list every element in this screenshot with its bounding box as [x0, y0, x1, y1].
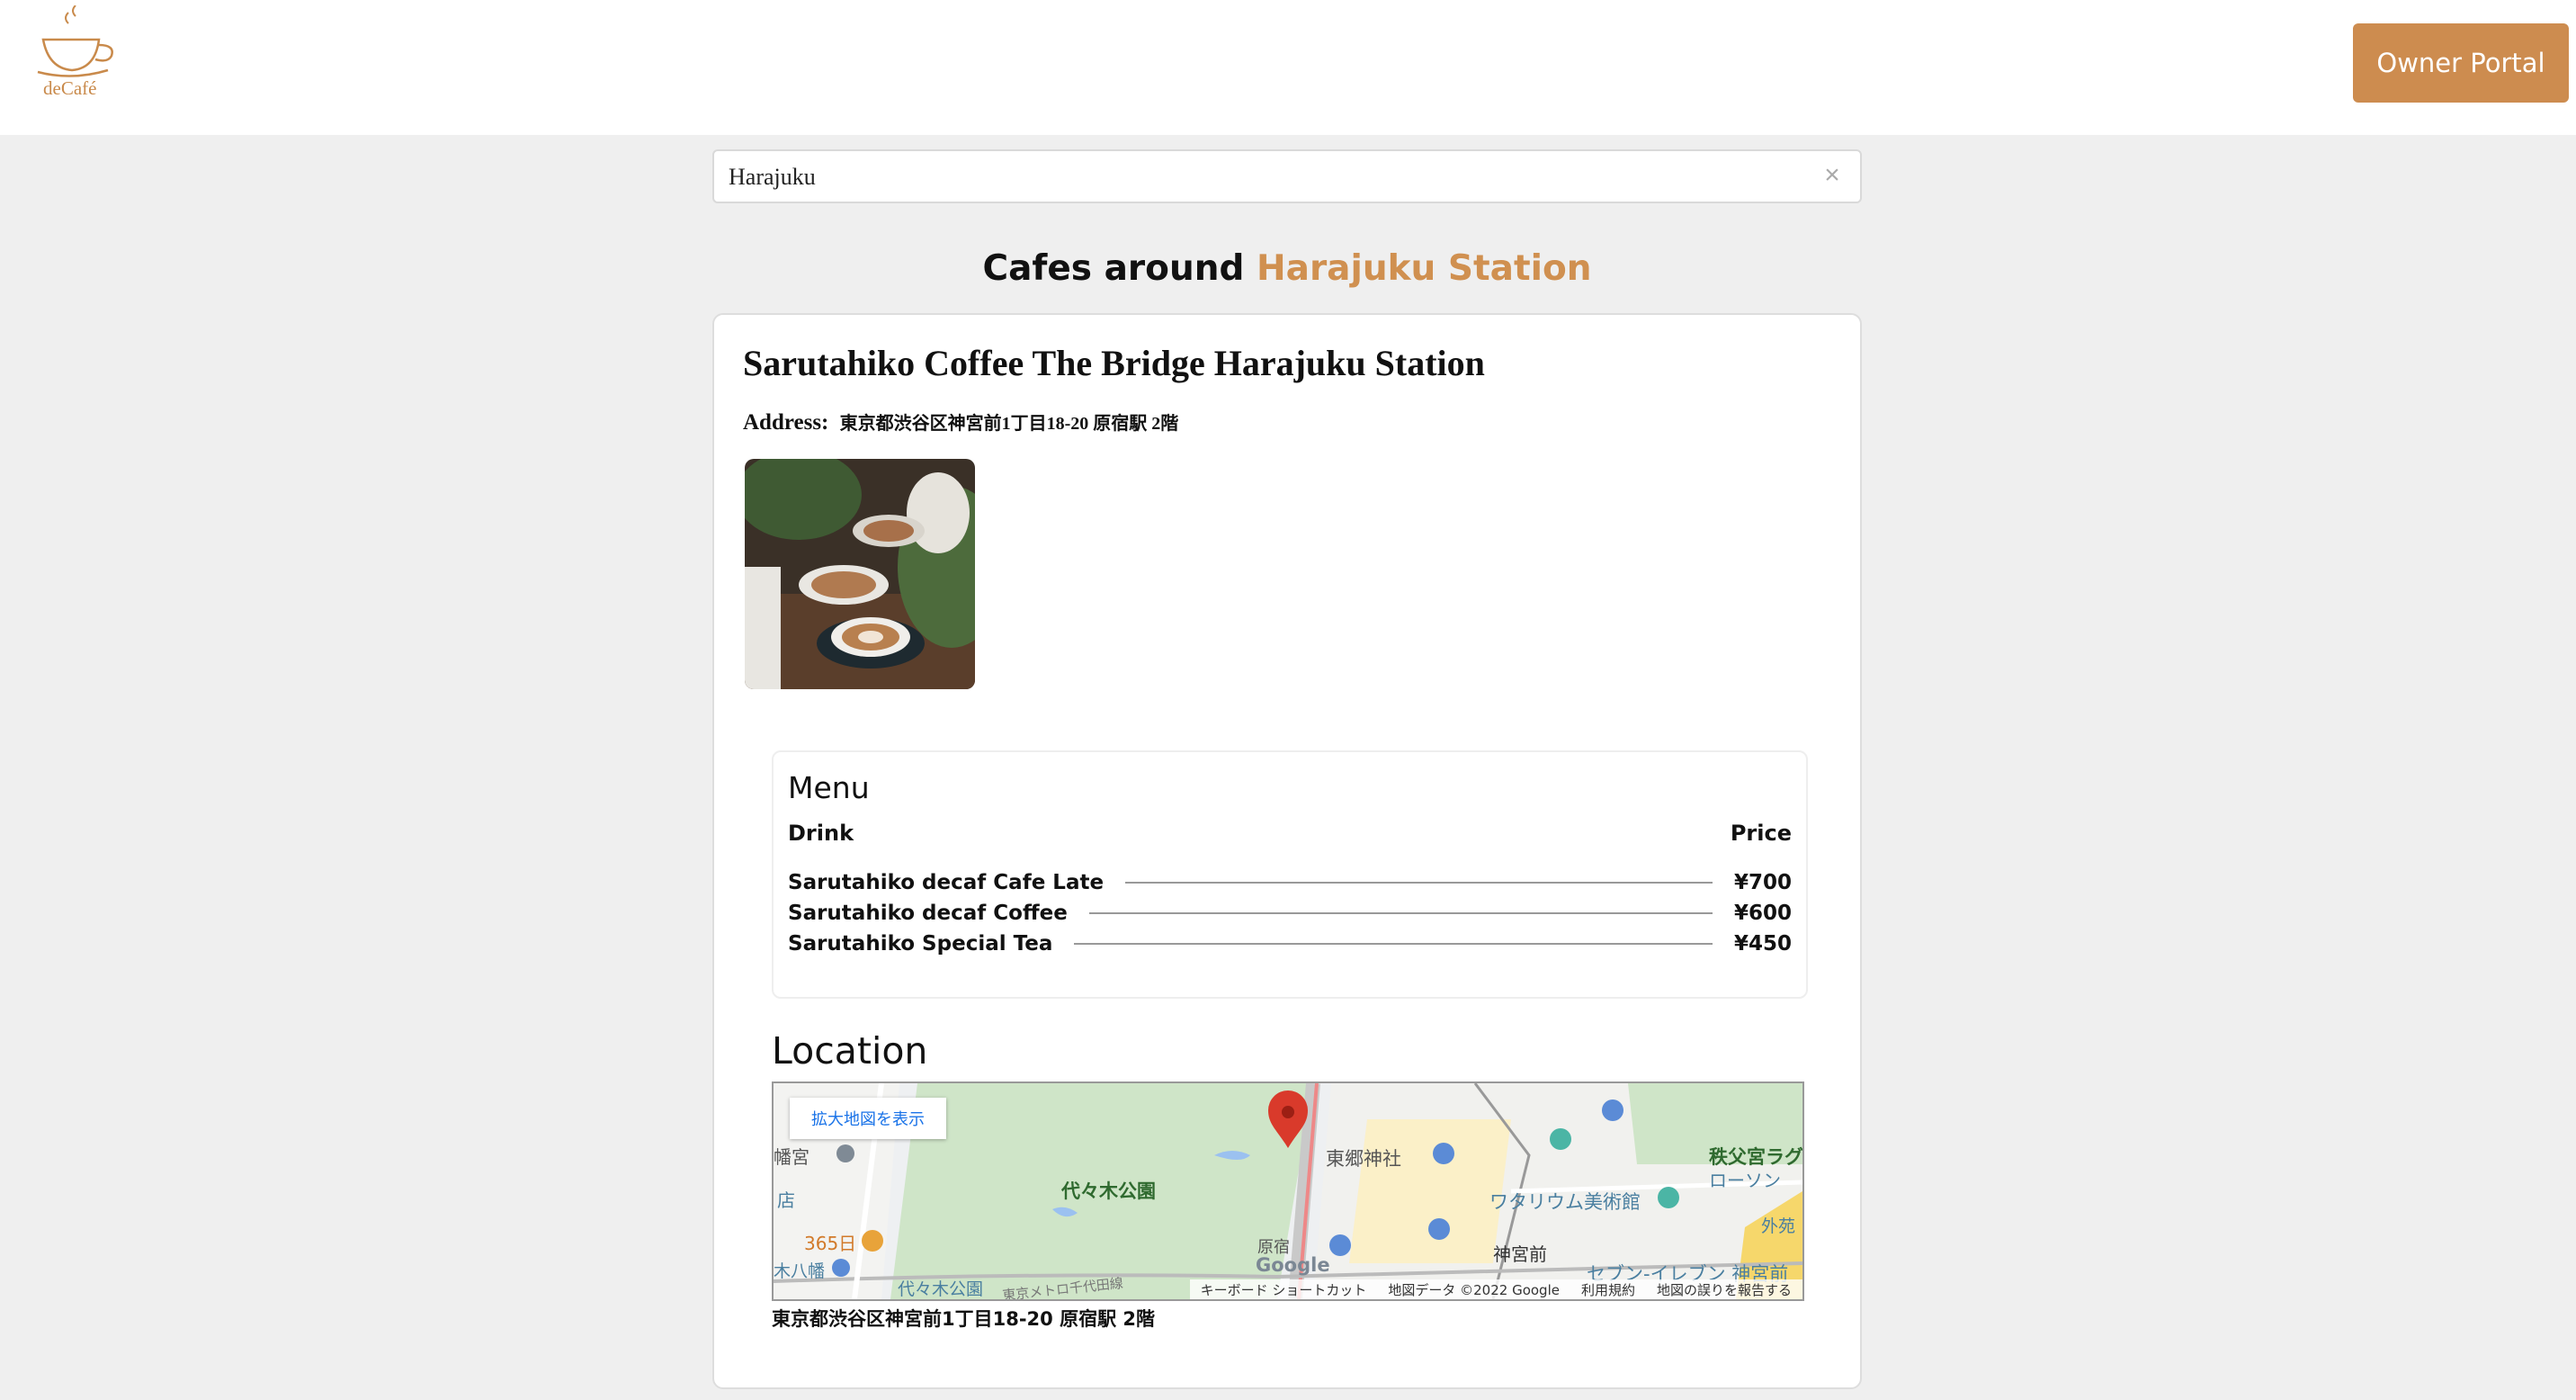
- map-label-365: 365日: [804, 1233, 857, 1254]
- menu-item: Sarutahiko decaf Coffee ¥600: [788, 898, 1792, 929]
- menu-header-price: Price: [1730, 821, 1792, 846]
- menu-item: Sarutahiko Special Tea ¥450: [788, 929, 1792, 959]
- logo-text: deCafé: [43, 77, 97, 99]
- menu-item-price: ¥700: [1733, 871, 1792, 894]
- page-title: Cafes around Harajuku Station: [712, 248, 1862, 289]
- menu-item-name: Sarutahiko Special Tea: [788, 932, 1053, 956]
- map-label-museum: ワタリウム美術館: [1489, 1191, 1641, 1213]
- map-attribution-bar: キーボード ショートカット 地図データ ©2022 Google 利用規約 地図…: [1189, 1279, 1802, 1299]
- map-label-kihachiman: 木八幡: [774, 1261, 826, 1281]
- owner-portal-button[interactable]: Owner Portal: [2353, 23, 2569, 103]
- keyboard-shortcuts-link[interactable]: キーボード ショートカット: [1190, 1280, 1378, 1299]
- cafe-card: Sarutahiko Coffee The Bridge Harajuku St…: [712, 313, 1862, 1389]
- google-map[interactable]: 拡大地図を表示 代々木公園 東郷神社 ワタリウム美術館 神宮前 原宿 セブン-イ…: [772, 1081, 1804, 1301]
- top-navbar: deCafé Owner Portal: [0, 0, 2576, 135]
- map-label-yoyogi-station: 代々木公園: [898, 1279, 984, 1299]
- menu-item-leader: [1125, 882, 1713, 884]
- map-data-text: 地図データ ©2022 Google: [1388, 1281, 1560, 1298]
- menu-item: Sarutahiko decaf Cafe Late ¥700: [788, 867, 1792, 898]
- search-box: ×: [712, 149, 1862, 203]
- cafe-name: Sarutahiko Coffee The Bridge Harajuku St…: [743, 343, 1485, 383]
- station-name: Harajuku Station: [1256, 248, 1592, 289]
- google-logo: Google: [1256, 1254, 1330, 1276]
- menu-title: Menu: [788, 770, 870, 805]
- cafe-address: Address: 東京都渋谷区神宮前1丁目18-20 原宿駅 2階: [743, 408, 1178, 435]
- address-value: 東京都渋谷区神宮前1丁目18-20 原宿駅 2階: [839, 414, 1179, 434]
- map-label-hachiman: 幡宮: [774, 1146, 809, 1168]
- menu-item-name: Sarutahiko decaf Cafe Late: [788, 871, 1105, 894]
- terms-link[interactable]: 利用規約: [1570, 1280, 1646, 1299]
- menu-item-price: ¥600: [1733, 902, 1792, 925]
- clear-icon[interactable]: ×: [1819, 162, 1846, 189]
- cafe-photo: [745, 459, 975, 689]
- map-label-gaien: 外苑: [1761, 1216, 1796, 1236]
- report-error-link[interactable]: 地図の誤りを報告する: [1646, 1280, 1802, 1299]
- map-address: 東京都渋谷区神宮前1丁目18-20 原宿駅 2階: [772, 1308, 1156, 1330]
- map-label-park: 代々木公園: [1061, 1180, 1156, 1202]
- menu-item-leader: [1088, 912, 1713, 914]
- page-title-prefix: Cafes around: [982, 248, 1245, 289]
- map-label-lawson: ローソン: [1709, 1170, 1781, 1191]
- coffee-cup-icon: [37, 5, 113, 77]
- enlarge-map-button[interactable]: 拡大地図を表示: [790, 1098, 946, 1139]
- menu-header-drink: Drink: [788, 821, 854, 846]
- map-label-jingumae: 神宮前: [1493, 1243, 1547, 1265]
- decafe-logo[interactable]: deCafé: [36, 5, 126, 104]
- menu-item-leader: [1074, 943, 1713, 945]
- map-label-shrine: 東郷神社: [1326, 1148, 1401, 1170]
- menu-item-price: ¥450: [1733, 932, 1792, 956]
- address-label: Address:: [743, 410, 829, 435]
- search-input[interactable]: [727, 158, 1792, 196]
- menu-item-name: Sarutahiko decaf Coffee: [788, 902, 1068, 925]
- location-title: Location: [772, 1029, 928, 1072]
- menu-section: Menu Drink Price Sarutahiko decaf Cafe L…: [772, 750, 1808, 999]
- map-label-ten: 店: [777, 1189, 795, 1211]
